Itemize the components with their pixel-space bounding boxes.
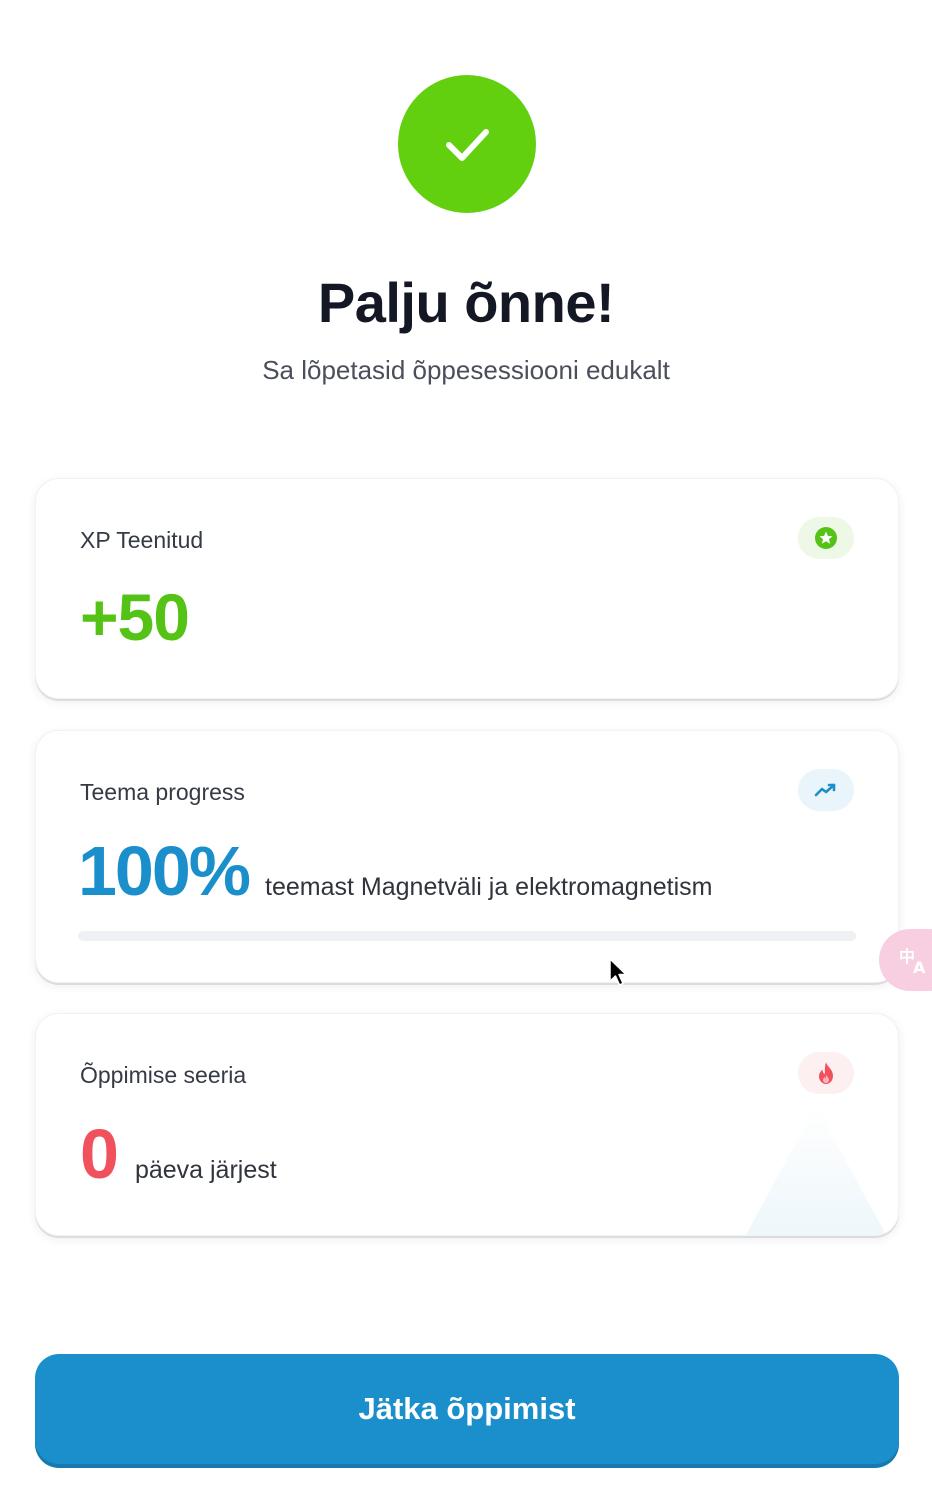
session-complete-screen: Palju õnne! Sa lõpetasid õppesessiooni e… <box>0 0 932 1494</box>
trending-up-icon <box>814 783 836 797</box>
translate-icon: 中 A <box>899 947 926 977</box>
star-badge-icon <box>815 527 837 549</box>
progress-percent: 100% <box>78 832 251 910</box>
checkmark-icon <box>446 129 489 161</box>
translate-extension-button[interactable]: 中 A <box>879 929 932 991</box>
streak-unit-text: päeva järjest <box>134 1156 277 1184</box>
xp-card-label: XP Teenitud <box>80 527 204 553</box>
progress-card-label: Teema progress <box>80 779 245 805</box>
page-subtitle: Sa lõpetasid õppesessiooni edukalt <box>262 355 670 385</box>
success-badge <box>398 75 536 213</box>
flame-icon <box>819 1062 833 1084</box>
xp-earned-card: XP Teenitud +50 <box>35 478 899 699</box>
continue-learning-button[interactable]: Jätka õppimist <box>35 1354 899 1464</box>
svg-text:A: A <box>913 958 926 977</box>
streak-icon-badge <box>798 1052 854 1094</box>
streak-count: 0 <box>80 1115 119 1193</box>
progress-topic-text: teemast Magnetväli ja elektromagnetism <box>265 873 713 901</box>
topic-progress-card: Teema progress 100% teemast Magnetväli j… <box>35 730 899 983</box>
page-title: Palju õnne! <box>317 271 615 334</box>
mouse-cursor-icon <box>609 958 627 986</box>
xp-icon-badge <box>798 517 854 559</box>
progress-icon-badge <box>798 769 854 811</box>
progress-bar-fill <box>78 931 856 941</box>
streak-summary: 0 päeva järjest <box>80 1114 277 1194</box>
learning-streak-card: Õppimise seeria 0 päeva järjest <box>35 1013 899 1236</box>
progress-summary: 100% teemast Magnetväli ja elektromagnet… <box>78 831 712 911</box>
xp-value: +50 <box>80 580 190 654</box>
decorative-glow <box>746 1105 886 1235</box>
streak-card-label: Õppimise seeria <box>80 1062 247 1088</box>
progress-bar <box>78 931 856 941</box>
